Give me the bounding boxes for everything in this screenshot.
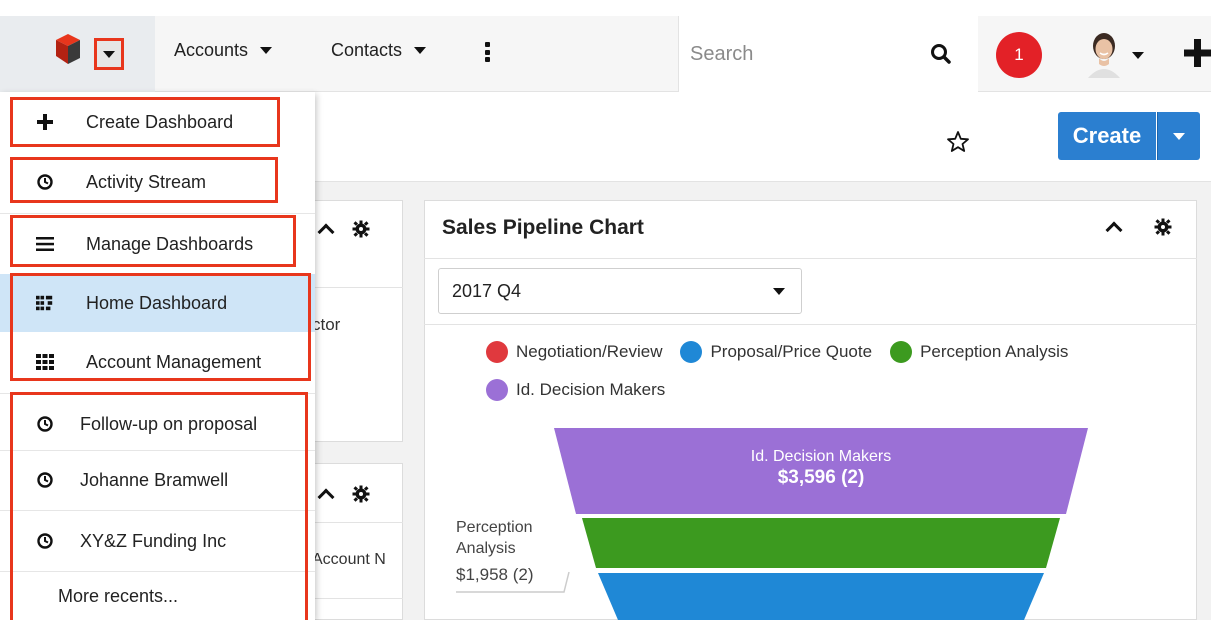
gear-icon[interactable] xyxy=(352,220,370,238)
recent-item[interactable]: Johanne Bramwell xyxy=(0,450,315,510)
sugar-logo-icon[interactable] xyxy=(54,32,90,66)
legend-item[interactable]: Perception Analysis xyxy=(890,341,1068,363)
left-dashlet-1-controls xyxy=(317,220,370,241)
callout-line-2: Analysis xyxy=(456,540,516,557)
more-recents-label: More recents... xyxy=(58,585,179,606)
legend-item[interactable]: Id. Decision Makers xyxy=(486,379,665,401)
recent-item[interactable]: Follow-up on proposal xyxy=(0,394,315,454)
collapse-icon[interactable] xyxy=(317,223,335,241)
chart-legend: Negotiation/Review Proposal/Price Quote … xyxy=(486,341,1186,417)
recent-item-label: Follow-up on proposal xyxy=(80,413,258,434)
list-icon xyxy=(36,235,54,253)
chevron-down-icon xyxy=(773,287,785,295)
more-modules-icon[interactable] xyxy=(484,42,490,62)
clock-icon xyxy=(36,173,54,191)
legend-swatch xyxy=(680,341,703,363)
favorite-star-icon[interactable] xyxy=(946,130,970,153)
activity-stream-label: Activity Stream xyxy=(86,171,207,192)
clock-icon xyxy=(36,532,54,550)
create-button[interactable]: Create xyxy=(1058,112,1156,160)
legend-label: Negotiation/Review xyxy=(516,342,663,361)
create-dashboard-item[interactable]: Create Dashboard xyxy=(0,92,315,152)
callout-line-1: Perception xyxy=(456,519,533,536)
dashboard-item-label: Home Dashboard xyxy=(86,292,228,313)
callout-line-3: $1,958 (2) xyxy=(456,565,534,584)
clock-icon xyxy=(36,471,54,489)
top-strip xyxy=(0,0,1211,16)
nav-contacts-label: Contacts xyxy=(331,40,403,60)
plus-icon xyxy=(36,113,54,131)
collapse-icon[interactable] xyxy=(1105,221,1123,239)
notification-badge[interactable]: 1 xyxy=(996,32,1042,78)
legend-swatch xyxy=(486,341,508,363)
legend-swatch xyxy=(486,379,508,401)
dashlet-title: Sales Pipeline Chart xyxy=(442,216,644,239)
legend-label: Proposal/Price Quote xyxy=(710,342,873,361)
dashboard-item-home[interactable]: Home Dashboard xyxy=(0,274,315,332)
dashboard-grid-icon xyxy=(36,294,54,312)
legend-swatch xyxy=(890,341,913,363)
nav-accounts[interactable]: Accounts xyxy=(174,40,273,61)
create-dashboard-label: Create Dashboard xyxy=(86,111,234,132)
clock-icon xyxy=(36,415,54,433)
recent-item-label: Johanne Bramwell xyxy=(80,469,229,490)
funnel-segment-value: $3,596 (2) xyxy=(778,467,865,488)
funnel-segment-proposal-price-quote[interactable] xyxy=(598,573,1044,620)
more-recents-item[interactable]: More recents... xyxy=(0,572,315,620)
left-dashlet-2-controls xyxy=(317,485,370,506)
dashlet-controls xyxy=(1105,218,1172,239)
search-input[interactable] xyxy=(690,38,910,70)
user-avatar[interactable] xyxy=(1081,28,1127,78)
nav-contacts[interactable]: Contacts xyxy=(331,40,427,61)
left-dashlet-1-text: ctor xyxy=(312,315,341,334)
create-options-button[interactable] xyxy=(1157,112,1200,160)
legend-item[interactable]: Negotiation/Review xyxy=(486,341,662,363)
chevron-down-icon xyxy=(1173,132,1185,140)
manage-dashboards-item[interactable]: Manage Dashboards xyxy=(0,214,315,274)
period-select[interactable]: 2017 Q4 xyxy=(438,268,802,314)
funnel-segment-perception-analysis[interactable] xyxy=(582,518,1060,568)
gear-icon[interactable] xyxy=(352,485,370,503)
divider xyxy=(310,522,403,523)
divider xyxy=(310,287,403,288)
chevron-down-icon xyxy=(260,47,273,54)
nav-accounts-label: Accounts xyxy=(174,40,249,60)
divider xyxy=(424,324,1197,325)
divider xyxy=(424,258,1197,259)
collapse-icon[interactable] xyxy=(317,488,335,506)
chevron-down-icon[interactable] xyxy=(1132,52,1144,59)
home-menu-toggle[interactable] xyxy=(94,38,124,70)
legend-item[interactable]: Proposal/Price Quote xyxy=(680,341,872,363)
activity-stream-item[interactable]: Activity Stream xyxy=(0,152,315,212)
chevron-down-icon xyxy=(103,50,115,58)
dashboard-grid-icon xyxy=(36,353,54,371)
dashboard-item-account-management[interactable]: Account Management xyxy=(0,332,315,392)
funnel-chart: Id. Decision Makers $3,596 (2) Perceptio… xyxy=(456,428,1088,620)
home-dropdown-menu: Create Dashboard Activity Stream Manage … xyxy=(0,92,315,620)
legend-label: Perception Analysis xyxy=(920,342,1069,361)
quick-create-icon[interactable] xyxy=(1184,37,1211,69)
divider xyxy=(310,598,403,599)
left-dashlet-2-column-header: Account N xyxy=(312,551,386,568)
manage-dashboards-label: Manage Dashboards xyxy=(86,233,254,254)
funnel-segment-name: Id. Decision Makers xyxy=(751,448,892,465)
chevron-down-icon xyxy=(414,47,427,54)
dashboard-item-label: Account Management xyxy=(86,351,262,372)
recent-item-label: XY&Z Funding Inc xyxy=(80,530,227,551)
recent-item[interactable]: XY&Z Funding Inc xyxy=(0,511,315,571)
period-select-value: 2017 Q4 xyxy=(452,280,522,301)
legend-label: Id. Decision Makers xyxy=(516,380,666,399)
gear-icon[interactable] xyxy=(1154,218,1172,236)
search-icon[interactable] xyxy=(930,43,952,65)
